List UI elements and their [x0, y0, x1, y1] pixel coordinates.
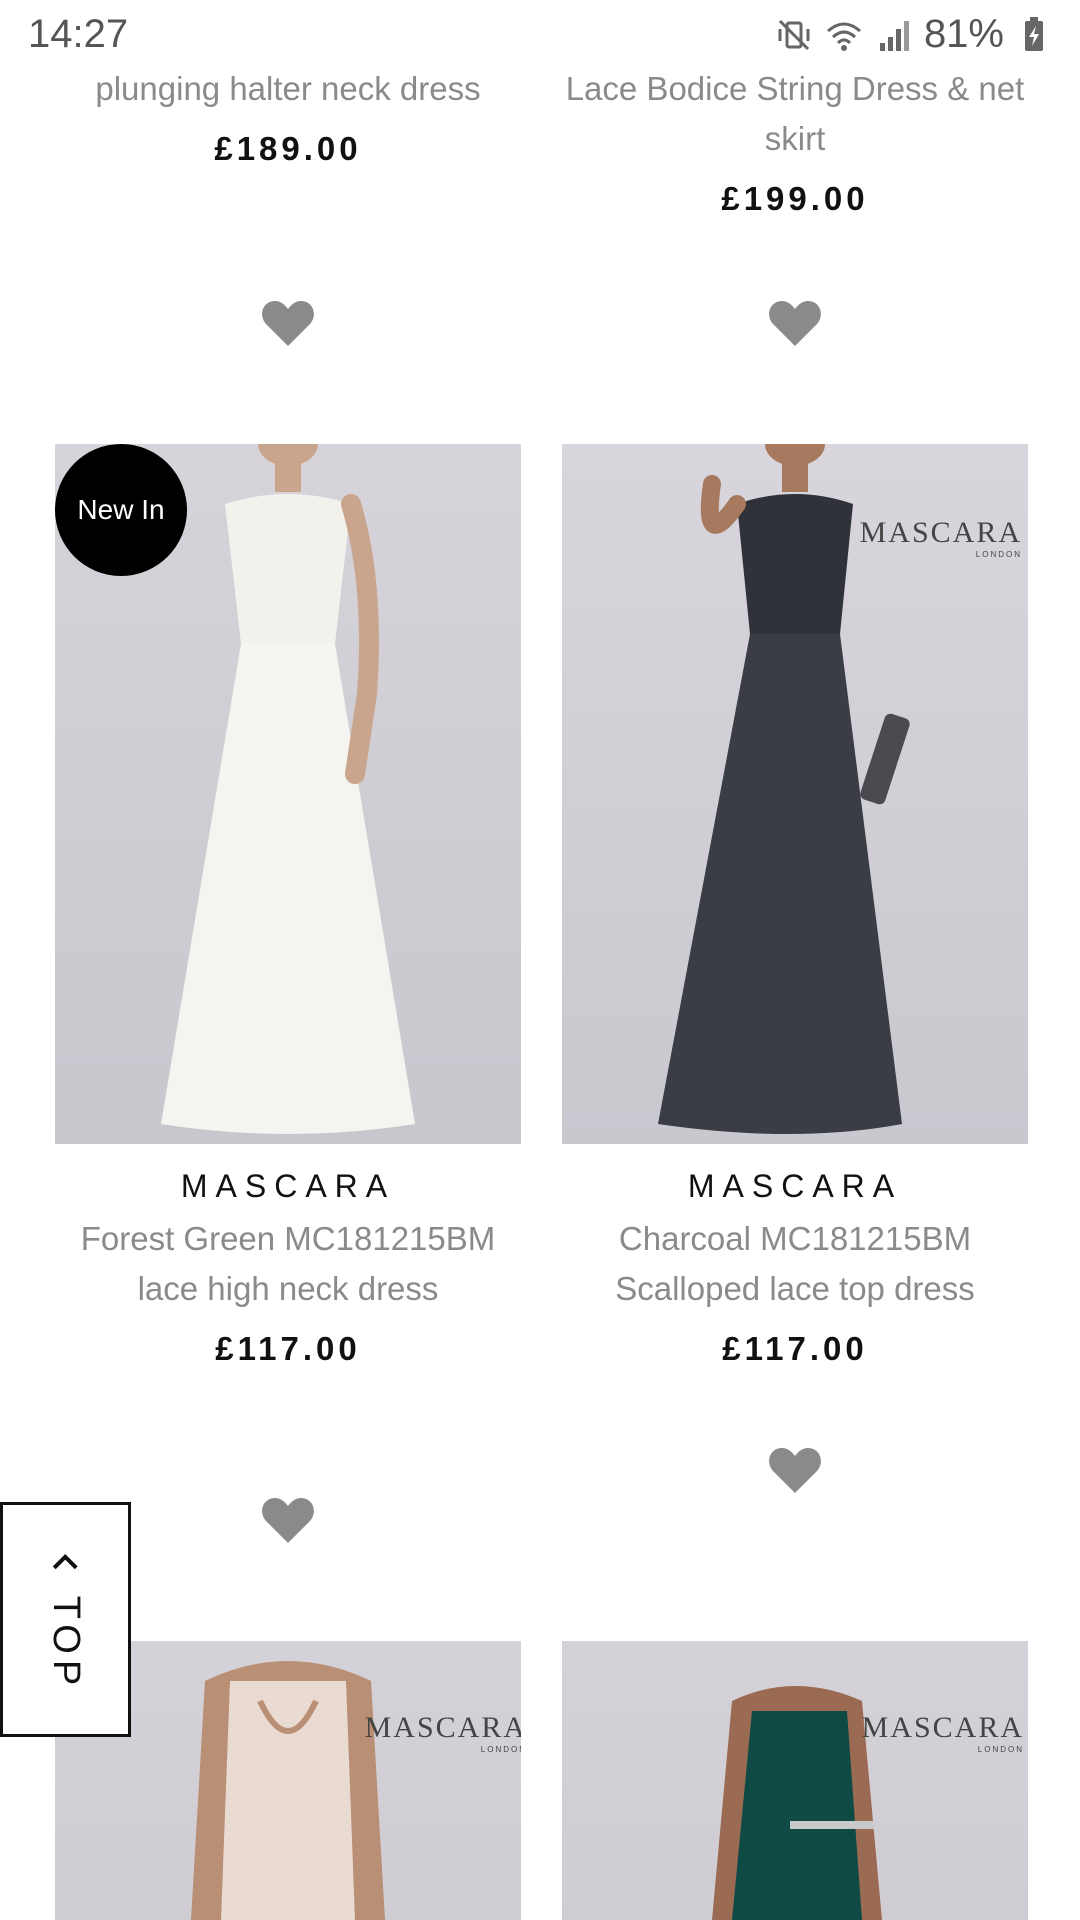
status-bar: 14:27 81% — [0, 0, 1080, 66]
product-price: £117.00 — [215, 1330, 361, 1367]
wifi-icon — [826, 22, 861, 51]
brand-logo: MASCARA LONDON — [861, 1711, 1024, 1754]
brand-logo: MASCARA LONDON — [364, 1711, 521, 1754]
battery-charging-icon — [1025, 16, 1043, 51]
product-price: £199.00 — [721, 180, 869, 217]
chevron-up-icon — [53, 1553, 78, 1570]
wishlist-heart-icon[interactable] — [260, 1495, 316, 1545]
product-title[interactable]: Forest Green MC181215BM lace high neck d… — [55, 1214, 521, 1314]
status-icons: 81% — [774, 12, 1054, 57]
product-title[interactable]: plunging halter neck dress — [55, 64, 521, 114]
wishlist-heart-icon[interactable] — [260, 298, 316, 348]
wishlist-heart-icon[interactable] — [767, 1445, 823, 1495]
wishlist-heart-icon[interactable] — [767, 298, 823, 348]
product-image[interactable]: MASCARA LONDON — [562, 1641, 1028, 1920]
product-price: £117.00 — [722, 1330, 868, 1367]
product-brand: MASCARA — [687, 1168, 903, 1204]
back-to-top-button[interactable]: TOP — [0, 1502, 131, 1737]
product-card[interactable]: plunging halter neck dress £189.00 — [55, 64, 521, 168]
battery-percent: 81% — [923, 12, 1004, 56]
product-card[interactable]: MASCARA Charcoal MC181215BM Scalloped la… — [562, 1164, 1028, 1368]
green-gown-back-figure — [712, 1686, 882, 1920]
new-in-badge: New In — [55, 444, 187, 576]
vibrate-mute-icon — [778, 19, 810, 50]
product-card[interactable]: MASCARA Forest Green MC181215BM lace hig… — [55, 1164, 521, 1368]
signal-icon — [879, 20, 909, 51]
back-to-top-label: TOP — [45, 1595, 87, 1692]
product-title[interactable]: Lace Bodice String Dress & net skirt — [562, 64, 1028, 164]
brand-logo: MASCARA LONDON — [859, 516, 1022, 559]
product-title[interactable]: Charcoal MC181215BM Scalloped lace top d… — [562, 1214, 1028, 1314]
product-image[interactable]: MASCARA LONDON — [562, 444, 1028, 1144]
product-card[interactable]: Lace Bodice String Dress & net skirt £19… — [562, 64, 1028, 218]
product-brand: MASCARA — [180, 1168, 396, 1204]
product-price: £189.00 — [214, 130, 362, 167]
status-time: 14:27 — [28, 12, 129, 56]
